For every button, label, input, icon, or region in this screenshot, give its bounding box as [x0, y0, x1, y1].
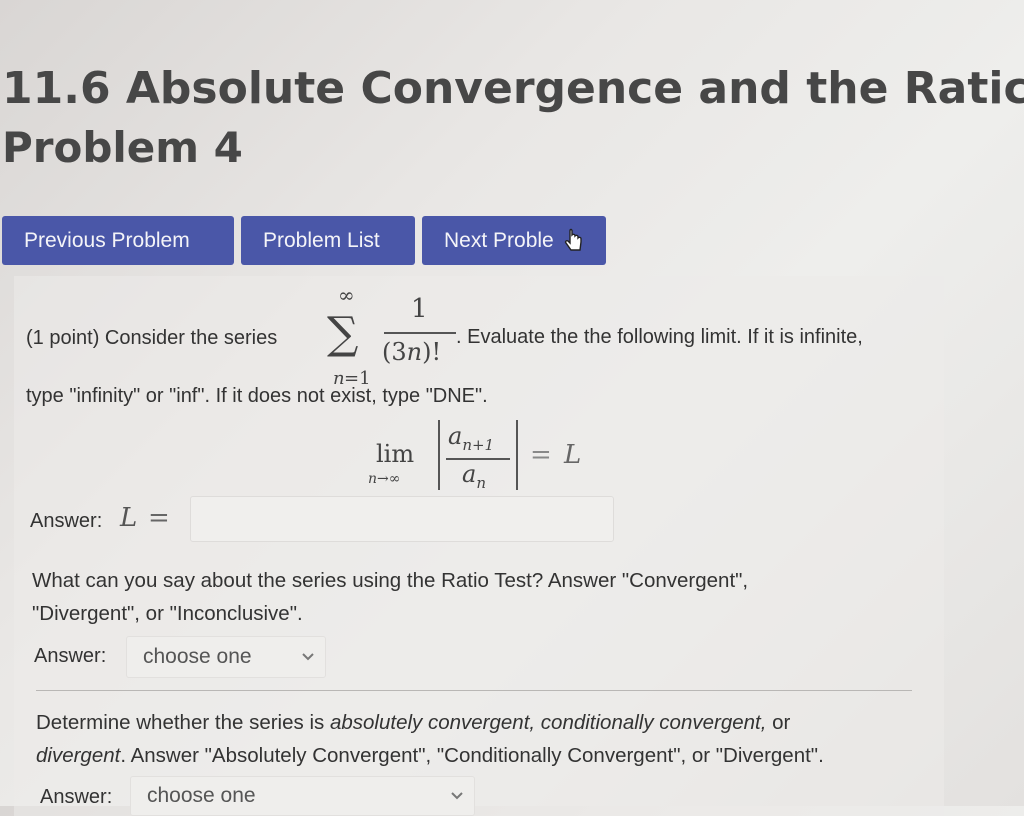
limit-numerator: an+1 — [448, 422, 495, 454]
absolute-convergence-question: Determine whether the series is absolute… — [36, 711, 791, 734]
lim-subscript: n→∞ — [368, 471, 401, 487]
answer-var: L — [120, 503, 138, 533]
answer-label-2: Answer: — [34, 645, 107, 667]
problem-instruction: . Evaluate the the following limit. If i… — [456, 326, 863, 348]
absolute-convergence-selected-value: choose one — [147, 784, 256, 807]
limit-rhs: L — [564, 440, 582, 470]
problem-instruction-2: type "infinity" or "inf". If it does not… — [26, 385, 488, 407]
problem-list-button[interactable]: Problem List — [241, 216, 415, 265]
next-problem-button[interactable]: Next Proble — [422, 216, 606, 265]
problem-panel — [14, 276, 944, 816]
problem-intro: (1 point) Consider the series — [26, 327, 278, 349]
ratio-test-selected-value: choose one — [143, 645, 252, 668]
absolute-convergence-question-2: divergent. Answer "Absolutely Convergent… — [36, 744, 824, 767]
next-problem-label: Next Proble — [444, 228, 554, 252]
fraction-bar — [384, 332, 456, 334]
ratio-test-question: What can you say about the series using … — [32, 569, 749, 592]
problem-number: Problem 4 — [2, 123, 243, 172]
ratio-test-select[interactable]: choose one — [126, 636, 326, 678]
fraction-denominator: (3n)! — [382, 338, 442, 366]
limit-denominator: an — [462, 460, 486, 492]
limit-equals: = — [530, 440, 552, 470]
sum-symbol: ∑ — [327, 308, 359, 359]
abs-bar-right — [516, 420, 518, 490]
problem-navigation: Previous Problem Problem List Next Probl… — [2, 216, 606, 265]
section-divider — [36, 690, 912, 691]
abs-bar-left — [438, 420, 440, 490]
chevron-down-icon — [302, 653, 314, 661]
absolute-convergence-select[interactable]: choose one — [130, 776, 475, 816]
sum-upper-limit: ∞ — [338, 283, 355, 307]
ratio-test-question-2: "Divergent", or "Inconclusive". — [32, 602, 303, 625]
lim-label: lim — [376, 440, 415, 468]
chevron-down-icon — [451, 792, 463, 800]
hand-cursor-icon — [564, 228, 582, 251]
fraction-numerator: 1 — [411, 294, 428, 324]
limit-answer-input[interactable] — [190, 496, 614, 542]
answer-label-1: Answer: — [30, 510, 103, 532]
answer-eq: = — [148, 503, 170, 533]
page-title: 11.6 Absolute Convergence and the Ratic — [2, 63, 1024, 114]
previous-problem-button[interactable]: Previous Problem — [2, 216, 234, 265]
